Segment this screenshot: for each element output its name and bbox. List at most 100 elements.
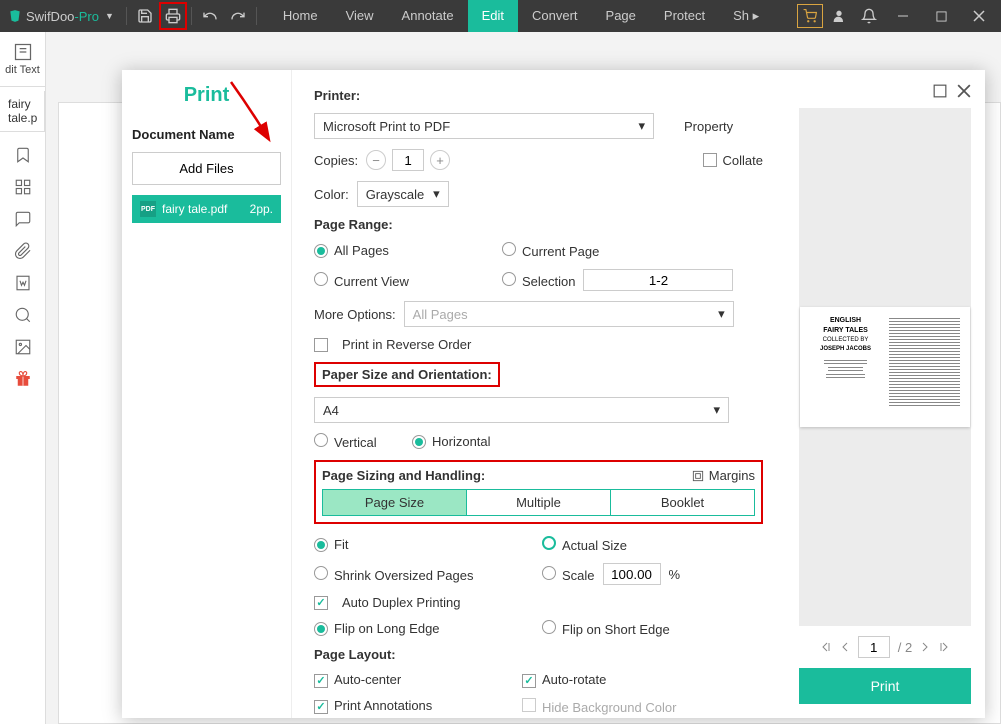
percent-label: % [669, 567, 681, 582]
color-label: Color: [314, 187, 349, 202]
close-icon[interactable] [961, 0, 997, 32]
paper-size-select[interactable]: A4▾ [314, 397, 729, 423]
more-options-label: More Options: [314, 307, 396, 322]
thumbnails-icon[interactable] [14, 178, 32, 196]
pager-prev-icon[interactable] [840, 642, 850, 652]
menu-page[interactable]: Page [592, 0, 650, 32]
comment-icon[interactable] [14, 210, 32, 228]
hide-bg-label: Hide Background Color [542, 700, 676, 715]
tab-multiple[interactable]: Multiple [466, 490, 610, 515]
menu-edit[interactable]: Edit [468, 0, 518, 32]
pager-last-icon[interactable] [938, 642, 948, 652]
layout-label: Page Layout: [314, 647, 396, 662]
menu-annotate[interactable]: Annotate [388, 0, 468, 32]
preview-area: ENGLISH FAIRY TALES COLLECTED BY JOSEPH … [799, 108, 971, 626]
current-page-label: Current Page [522, 244, 599, 259]
menu-home[interactable]: Home [269, 0, 332, 32]
print-button[interactable]: Print [799, 668, 971, 704]
word-icon[interactable] [14, 274, 32, 292]
copies-input[interactable] [392, 149, 424, 171]
file-tab[interactable]: fairy tale.p [0, 91, 45, 132]
margins-icon[interactable] [691, 469, 705, 483]
pager-input[interactable] [858, 636, 890, 658]
copies-minus-button[interactable]: − [366, 150, 386, 170]
dialog-preview-panel: ENGLISH FAIRY TALES COLLECTED BY JOSEPH … [785, 70, 985, 718]
dialog-sidebar: Print Document Name Add Files PDF fairy … [122, 70, 292, 718]
short-edge-label: Flip on Short Edge [562, 622, 670, 637]
left-toolbar: dit Text fairy tale.p [0, 32, 46, 724]
search-icon[interactable] [14, 306, 32, 324]
sizing-label: Page Sizing and Handling: [322, 468, 485, 483]
save-icon[interactable] [131, 2, 159, 30]
reverse-label: Print in Reverse Order [342, 337, 471, 352]
shrink-label: Shrink Oversized Pages [334, 568, 473, 583]
fit-radio[interactable] [314, 538, 328, 552]
cart-icon[interactable] [797, 4, 823, 28]
vertical-radio[interactable] [314, 433, 328, 447]
document-area: Print Document Name Add Files PDF fairy … [46, 32, 1001, 724]
tab-booklet[interactable]: Booklet [610, 490, 754, 515]
short-edge-radio[interactable] [542, 620, 556, 634]
duplex-label: Auto Duplex Printing [342, 595, 461, 610]
selection-radio[interactable] [502, 272, 516, 286]
copies-plus-button[interactable]: + [430, 150, 450, 170]
selection-label: Selection [522, 274, 575, 289]
pager-first-icon[interactable] [822, 642, 832, 652]
shrink-radio[interactable] [314, 566, 328, 580]
document-name-label: Document Name [132, 127, 281, 142]
property-link[interactable]: Property [684, 119, 733, 134]
margins-label[interactable]: Margins [709, 468, 755, 483]
menu-protect[interactable]: Protect [650, 0, 719, 32]
annotations-checkbox[interactable] [314, 700, 328, 714]
redo-icon[interactable] [224, 2, 252, 30]
long-edge-radio[interactable] [314, 622, 328, 636]
collate-label: Collate [723, 153, 763, 168]
scale-radio[interactable] [542, 566, 556, 580]
print-icon[interactable] [159, 2, 187, 30]
attachment-icon[interactable] [14, 242, 32, 260]
paper-size-label: Paper Size and Orientation: [314, 362, 500, 387]
selection-input[interactable] [583, 269, 733, 291]
brand-dropdown-icon[interactable]: ▼ [105, 11, 114, 21]
pager-next-icon[interactable] [920, 642, 930, 652]
minimize-icon[interactable] [885, 0, 921, 32]
all-pages-radio[interactable] [314, 244, 328, 258]
actual-size-radio[interactable] [542, 536, 556, 550]
current-page-radio[interactable] [502, 242, 516, 256]
gift-icon[interactable] [14, 370, 32, 388]
menu-view[interactable]: View [332, 0, 388, 32]
horizontal-radio[interactable] [412, 435, 426, 449]
menu-convert[interactable]: Convert [518, 0, 592, 32]
dialog-maximize-icon[interactable] [933, 84, 947, 98]
auto-rotate-checkbox[interactable] [522, 674, 536, 688]
scale-input[interactable] [603, 563, 661, 585]
add-files-button[interactable]: Add Files [132, 152, 281, 185]
annotations-label: Print Annotations [334, 698, 432, 713]
tab-page-size[interactable]: Page Size [323, 490, 466, 515]
current-view-radio[interactable] [314, 272, 328, 286]
copies-label: Copies: [314, 153, 358, 168]
collate-checkbox[interactable] [703, 153, 717, 167]
duplex-checkbox[interactable] [314, 596, 328, 610]
maximize-icon[interactable] [923, 0, 959, 32]
auto-center-checkbox[interactable] [314, 674, 328, 688]
file-item[interactable]: PDF fairy tale.pdf 2pp. [132, 195, 281, 223]
color-select[interactable]: Grayscale▾ [357, 181, 449, 207]
dialog-close-icon[interactable] [957, 84, 971, 98]
user-icon[interactable] [825, 2, 853, 30]
horizontal-label: Horizontal [432, 434, 491, 449]
printer-select[interactable]: Microsoft Print to PDF▾ [314, 113, 654, 139]
file-name: fairy tale.pdf [162, 202, 227, 216]
bell-icon[interactable] [855, 2, 883, 30]
image-icon[interactable] [14, 338, 32, 356]
edit-text-tool[interactable]: dit Text [5, 36, 40, 82]
reverse-checkbox[interactable] [314, 338, 328, 352]
brand-name: SwifDoo-Pro [26, 9, 99, 24]
menu-share[interactable]: Sh ▸ [719, 0, 773, 32]
file-pages: 2pp. [250, 202, 273, 216]
main-menu: Home View Annotate Edit Convert Page Pro… [269, 0, 773, 32]
bookmark-icon[interactable] [14, 146, 32, 164]
print-dialog: Print Document Name Add Files PDF fairy … [122, 70, 985, 718]
more-options-select[interactable]: All Pages▾ [404, 301, 734, 327]
undo-icon[interactable] [196, 2, 224, 30]
